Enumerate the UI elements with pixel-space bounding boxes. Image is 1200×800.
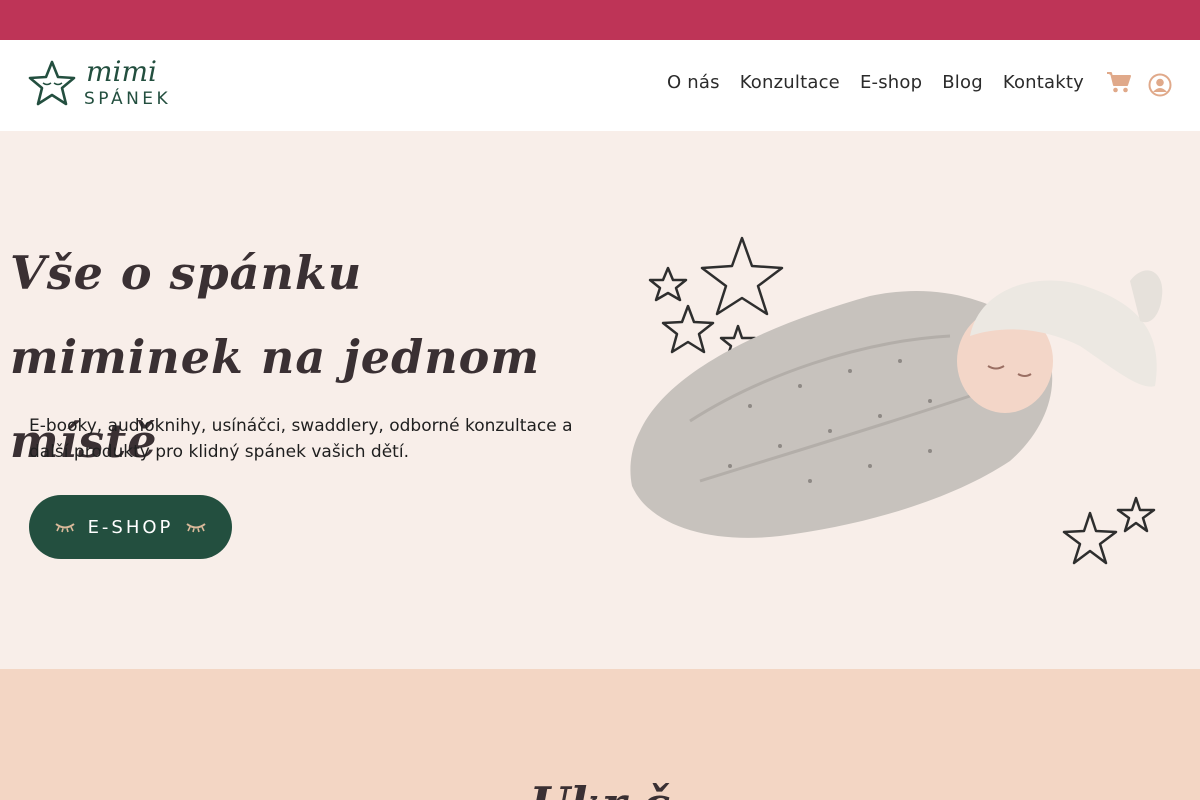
nav-item-blog[interactable]: Blog xyxy=(942,72,983,93)
star-icon xyxy=(648,266,688,302)
second-section: Ukr č xyxy=(0,669,1200,800)
nav-item-konzultace[interactable]: Konzultace xyxy=(740,72,840,93)
top-announcement-bar xyxy=(0,0,1200,40)
site-logo[interactable]: mimi SPÁNEK xyxy=(28,56,193,111)
star-icon xyxy=(1062,511,1118,565)
closed-eye-icon xyxy=(54,523,75,533)
logo-word: SPÁNEK xyxy=(84,87,171,109)
star-icon xyxy=(700,236,784,316)
nav-item-e-shop[interactable]: E-shop xyxy=(860,72,922,93)
nav-item-o-nas[interactable]: O nás xyxy=(667,72,720,93)
star-icon xyxy=(661,304,715,354)
main-nav: O nás Konzultace E-shop Blog Kontakty xyxy=(667,70,1084,94)
shopping-cart-icon[interactable] xyxy=(1106,70,1132,94)
hero-section: Vše o spánku miminek na jednom místě E-b… xyxy=(0,131,1200,669)
e-shop-button-label: E-SHOP xyxy=(87,516,174,538)
swaddled-baby-illustration xyxy=(630,236,1163,565)
site-header: mimi SPÁNEK O nás Konzultace E-shop Blog… xyxy=(0,40,1200,131)
hero-description: E-booky, audioknihy, usínáčci, swaddlery… xyxy=(29,416,573,462)
logo-script: mimi xyxy=(86,56,157,88)
section-heading: Ukr č xyxy=(0,774,1200,800)
closed-eye-icon xyxy=(186,523,207,533)
e-shop-button[interactable]: E-SHOP xyxy=(29,495,232,559)
star-icon xyxy=(1116,496,1156,533)
nav-item-kontakty[interactable]: Kontakty xyxy=(1003,72,1084,93)
user-circle-icon[interactable] xyxy=(1148,73,1172,97)
